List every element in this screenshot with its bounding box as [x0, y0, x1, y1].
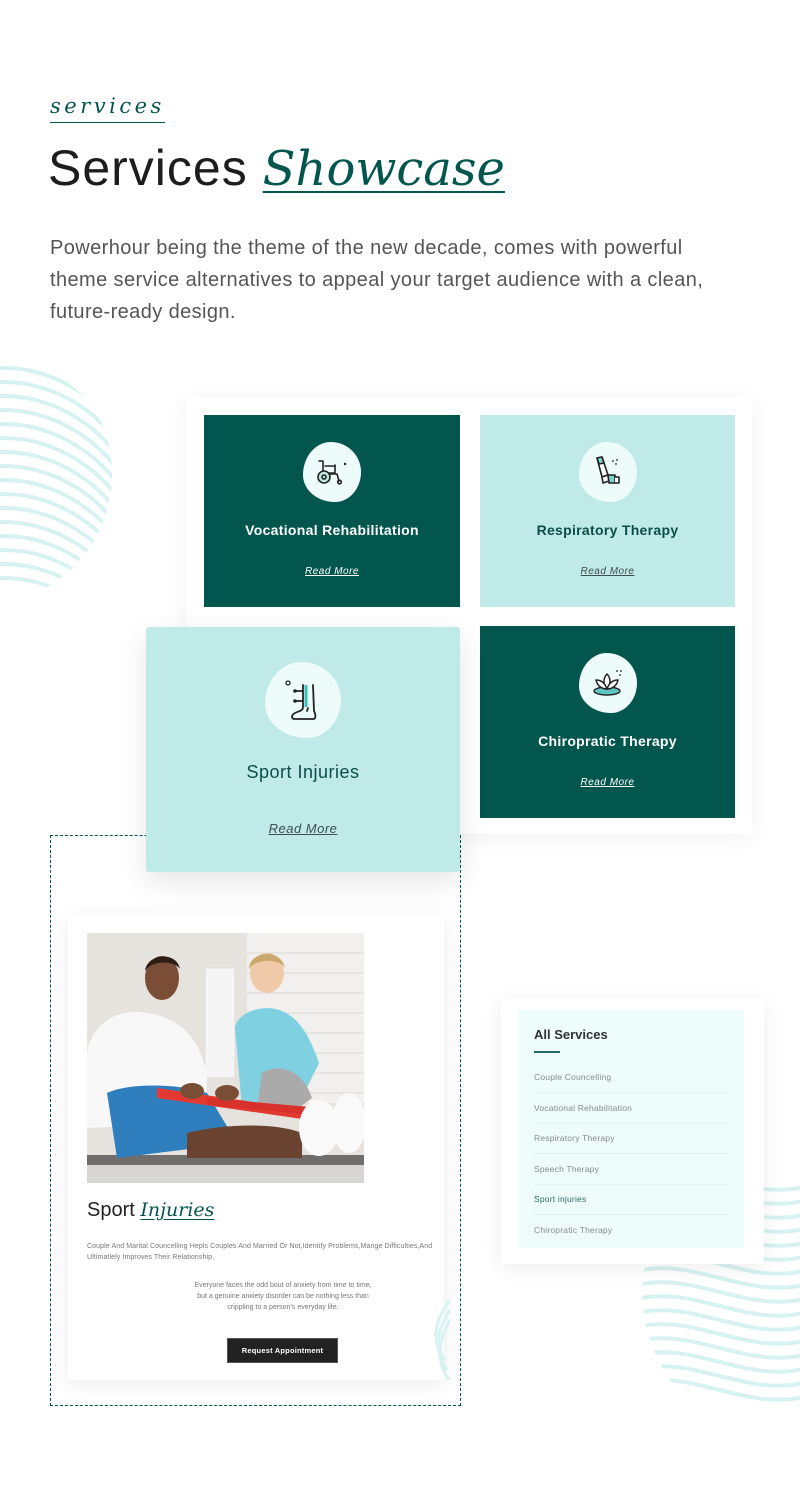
service-card-chiropratic-therapy[interactable]: Chiropratic Therapy Read More [480, 626, 735, 818]
all-services-title: All Services [534, 1027, 608, 1042]
service-list-item[interactable]: Speech Therapy [534, 1154, 728, 1185]
read-more-link[interactable]: Read More [269, 821, 338, 836]
icon-badge [578, 442, 637, 502]
detail-title: Sport Injuries [87, 1199, 214, 1222]
service-card-title: Vocational Rehabilitation [245, 522, 419, 538]
read-more-link[interactable]: Read More [581, 777, 635, 788]
icon-badge [578, 653, 637, 713]
service-card-title: Respiratory Therapy [536, 522, 679, 538]
service-list-item[interactable]: Chiropratic Therapy [534, 1215, 728, 1246]
detail-quote: Everyone faces the odd bout of anxiety f… [108, 1280, 458, 1313]
quote-line: crippling to a person’s everyday life. [227, 1304, 339, 1311]
quote-line: but a genuine anxiety disorder can be no… [197, 1293, 369, 1300]
wave-pattern-left [0, 366, 113, 605]
service-list-item[interactable]: Couple Councelling [534, 1063, 728, 1093]
service-card-title: Chiropratic Therapy [538, 733, 677, 749]
all-services-list-container: All Services Couple Councelling Vocation… [518, 1010, 744, 1248]
inhaler-icon [595, 456, 620, 484]
read-more-link[interactable]: Read More [581, 566, 635, 577]
request-appointment-button[interactable]: Request Appointment [227, 1338, 338, 1363]
detail-description: Couple And Marital Councelling Hepls Cou… [87, 1243, 433, 1261]
detail-title-accent: Injuries [140, 1199, 215, 1221]
service-list-item[interactable]: Vocational Rehabilitation [534, 1093, 728, 1124]
section-eyebrow: services [50, 94, 165, 123]
service-list-item[interactable]: Respiratory Therapy [534, 1124, 728, 1154]
ankle-brace-icon [285, 680, 317, 720]
lead-paragraph: Powerhour being the theme of the new dec… [50, 237, 704, 323]
title-plain: Services [48, 140, 248, 196]
service-list-item-active[interactable]: Sport injuries [534, 1185, 728, 1215]
service-card-respiratory-therapy[interactable]: Respiratory Therapy Read More [480, 415, 735, 607]
title-underline [534, 1051, 560, 1053]
icon-badge [265, 662, 341, 738]
service-card-vocational-rehabilitation[interactable]: Vocational Rehabilitation Read More [204, 415, 460, 607]
service-card-sport-injuries[interactable]: Sport Injuries Read More [146, 627, 460, 872]
title-accent: Showcase [262, 141, 505, 197]
all-services-panel: All Services Couple Councelling Vocation… [501, 998, 764, 1264]
physiotherapy-photo [87, 933, 364, 1183]
detail-title-plain: Sport [87, 1199, 135, 1221]
lotus-icon [592, 670, 622, 696]
page-title: Services Showcase [48, 138, 505, 199]
photo-illustration [87, 933, 364, 1183]
service-detail-card: Sport Injuries Couple And Marital Counce… [68, 915, 444, 1380]
all-services-list: Couple Councelling Vocational Rehabilita… [534, 1063, 728, 1246]
wheelchair-icon [317, 460, 347, 485]
read-more-link[interactable]: Read More [305, 566, 359, 577]
quote-line: Everyone faces the odd bout of anxiety f… [194, 1282, 372, 1289]
icon-badge [303, 442, 361, 502]
service-card-title: Sport Injuries [246, 762, 360, 782]
